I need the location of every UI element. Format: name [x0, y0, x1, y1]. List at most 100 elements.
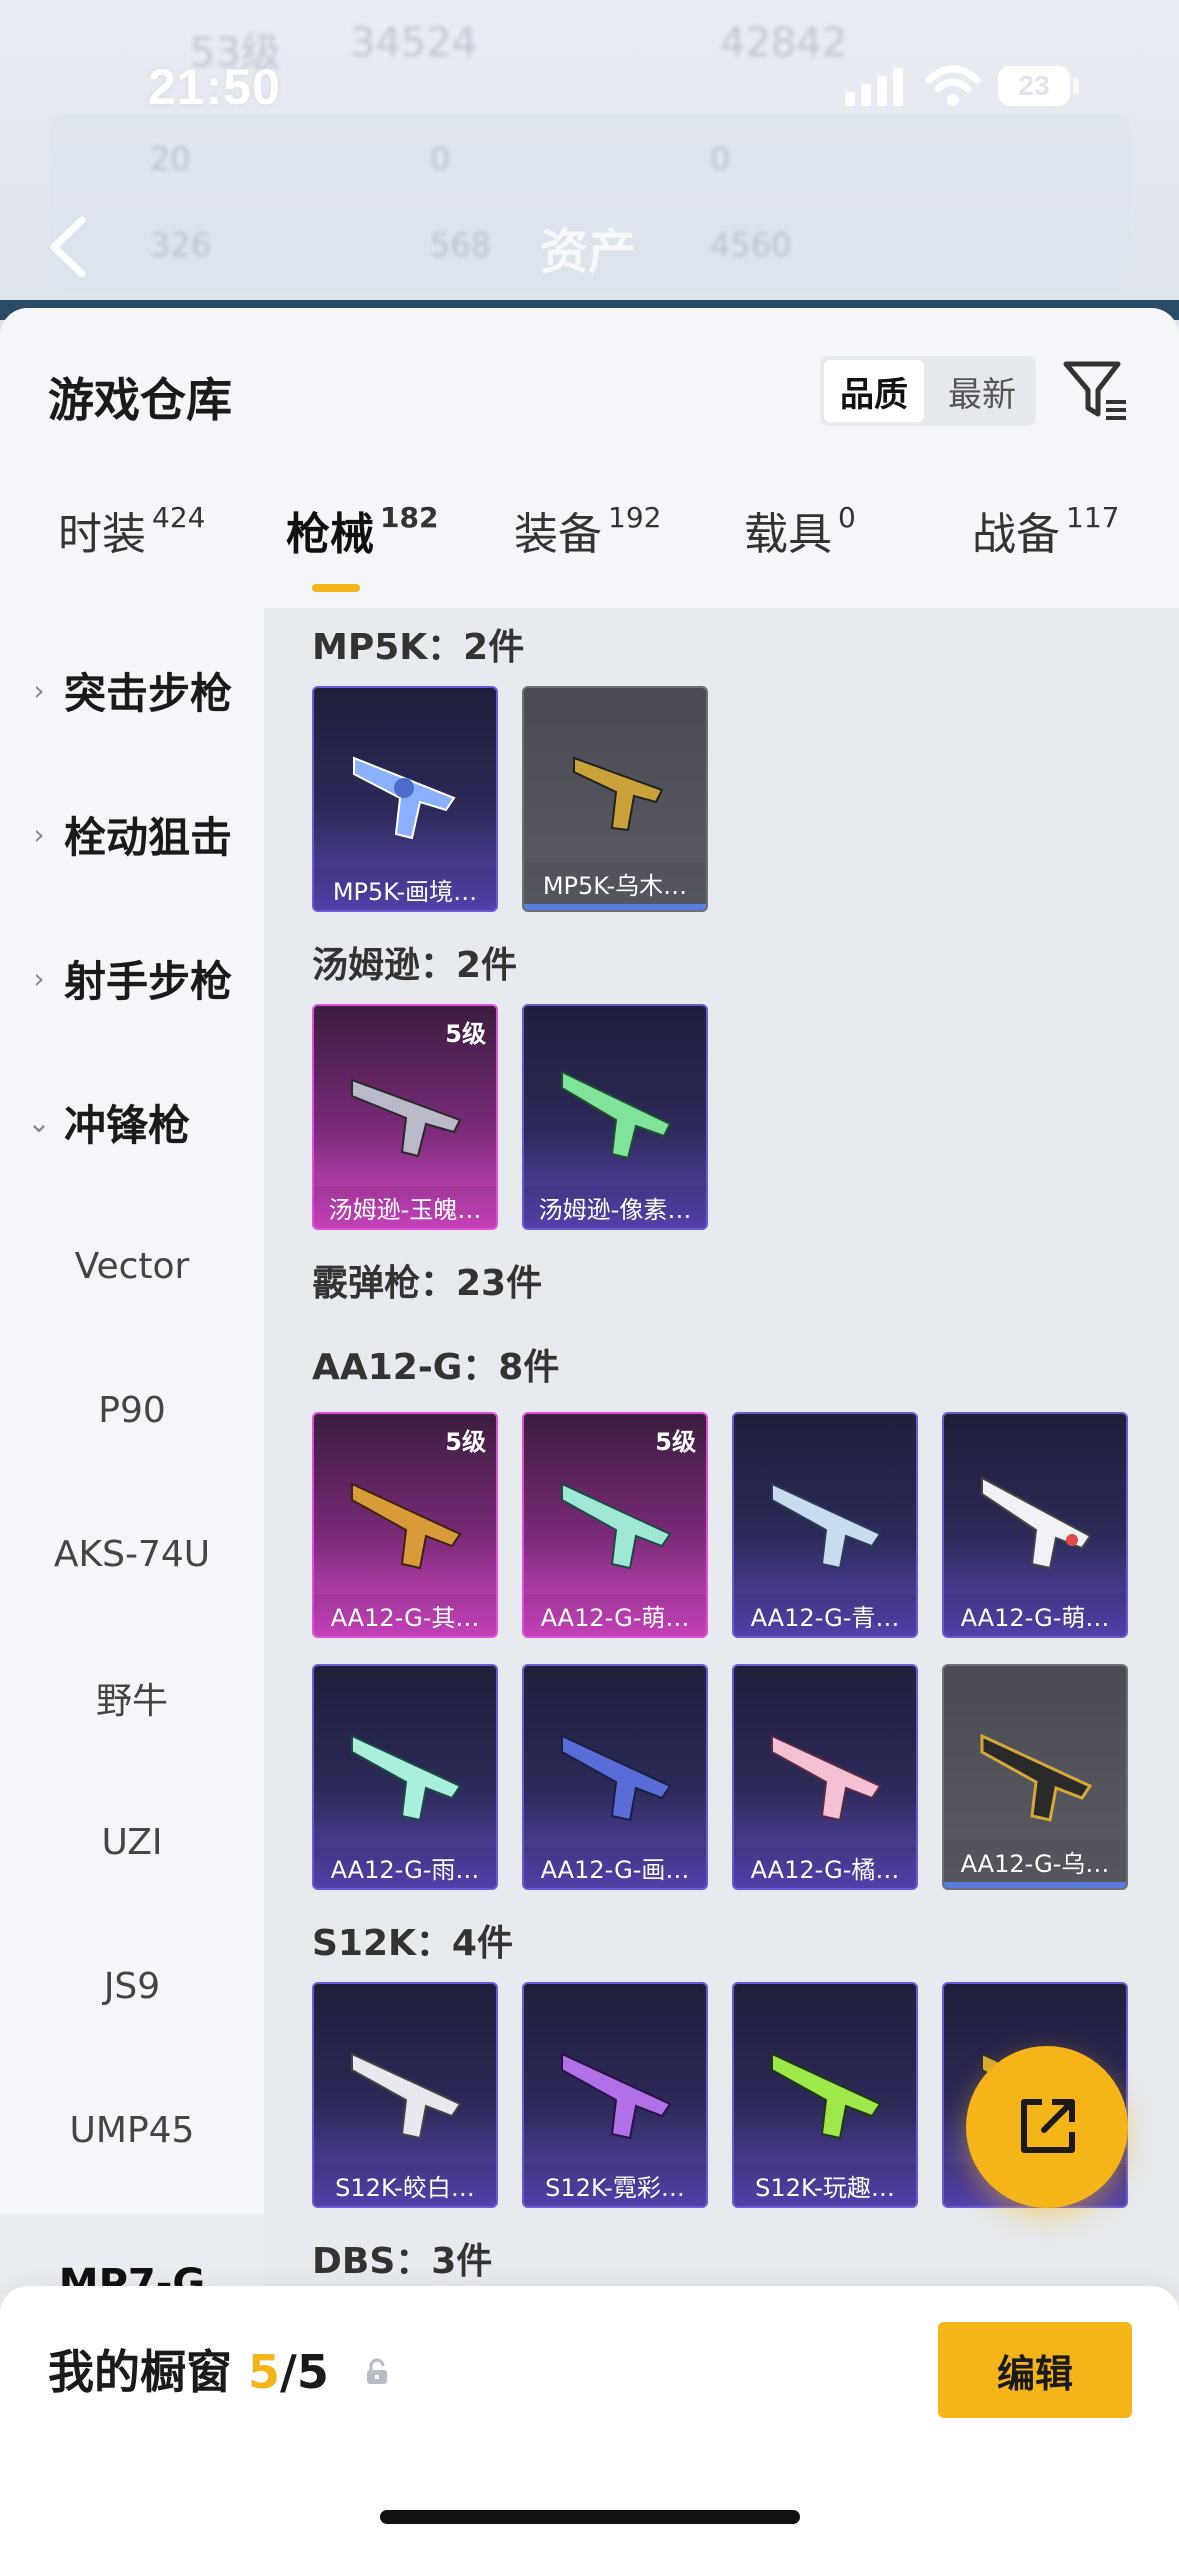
- category-label: 栓动狙击: [64, 812, 233, 862]
- weapon-skin-image: [771, 1482, 882, 1570]
- group-title-thompson: 汤姆逊：2件: [312, 945, 518, 986]
- chevron-right-icon: ›: [33, 673, 45, 707]
- chevron-down-icon: ⌄: [27, 1105, 51, 1139]
- edit-button[interactable]: 编辑: [938, 2322, 1132, 2418]
- back-arrow-icon[interactable]: [44, 212, 94, 282]
- subcategory-item[interactable]: 野牛: [0, 1638, 264, 1758]
- warehouse-sheet: 游戏仓库 品质 最新 时装 424 枪械 182 装备 192 载具 0 战备 117 ›…: [0, 308, 1179, 2556]
- weapon-skin-image: [561, 2052, 672, 2140]
- weapon-card[interactable]: AA12-G-青…: [732, 1412, 918, 1638]
- group-title-aa12: AA12-G：8件: [312, 1347, 560, 1388]
- chevron-right-icon: ›: [33, 817, 45, 851]
- category-label: 冲锋枪: [64, 1100, 191, 1150]
- weapon-name: AA12-G-其…: [314, 1594, 496, 1636]
- subcategory-item[interactable]: AKS-74U: [0, 1494, 264, 1614]
- category-list: › 突击步枪 › 栓动狙击 › 射手步枪 ⌄ 冲锋枪 Vector P90 AK…: [0, 608, 264, 2503]
- subcategory-item[interactable]: P90: [0, 1350, 264, 1470]
- weapon-skin-image: [561, 1070, 672, 1160]
- subcategory-item[interactable]: UMP45: [0, 2070, 264, 2190]
- battery-icon: 23: [998, 66, 1070, 106]
- weapon-skin-image: [351, 1078, 462, 1158]
- weapon-card[interactable]: AA12-G-乌…: [942, 1664, 1128, 1890]
- weapon-name: AA12-G-青…: [734, 1594, 916, 1636]
- weapon-card[interactable]: MP5K-画境…: [312, 686, 498, 912]
- group-title-shotgun: 霰弹枪：23件: [312, 1263, 543, 1304]
- weapon-name: AA12-G-橘…: [734, 1846, 916, 1888]
- showcase-count-now: 5: [248, 2345, 281, 2399]
- weapon-card[interactable]: AA12-G-橘…: [732, 1664, 918, 1890]
- lock-icon: [367, 2358, 387, 2384]
- weapon-card[interactable]: S12K-霓彩…: [522, 1982, 708, 2208]
- tab-equipment[interactable]: 装备 192: [514, 498, 661, 598]
- subcategory-item[interactable]: UZI: [0, 1782, 264, 1902]
- tab-count: 424: [152, 501, 206, 534]
- tab-count: 192: [608, 501, 662, 534]
- weapon-name: S12K-皎白…: [314, 2164, 496, 2206]
- weapon-name: MP5K-乌木…: [524, 862, 706, 910]
- status-bar: 21:50 23: [0, 0, 1179, 150]
- status-time: 21:50: [148, 59, 281, 115]
- sort-toggle: 品质 最新: [820, 356, 1036, 426]
- tab-label: 枪械: [286, 509, 374, 560]
- weapon-skin-image: [981, 1476, 1092, 1570]
- tab-guns[interactable]: 枪械 182: [286, 498, 438, 598]
- weapon-skin-image: [980, 1733, 1093, 1822]
- group-title-s12k: S12K：4件: [312, 1923, 513, 1964]
- filter-icon[interactable]: [1062, 358, 1128, 424]
- weapon-name: MP5K-画境…: [314, 868, 496, 910]
- category-smg[interactable]: ⌄ 冲锋枪: [0, 1062, 264, 1182]
- weapon-skin-image: [561, 1734, 672, 1822]
- battery-tip: [1073, 78, 1079, 94]
- weapon-skin-image: [351, 1734, 462, 1822]
- tab-supplies[interactable]: 战备 117: [972, 498, 1119, 598]
- showcase-count-total: /5: [280, 2345, 329, 2399]
- weapon-name: 汤姆逊-像素…: [524, 1186, 706, 1228]
- tab-fashion[interactable]: 时装 424: [58, 498, 205, 598]
- tab-bar: 时装 424 枪械 182 装备 192 载具 0 战备 117: [0, 498, 1179, 598]
- tab-label: 装备: [514, 509, 602, 560]
- active-tab-indicator: [312, 584, 360, 592]
- category-marksman-rifle[interactable]: › 射手步枪: [0, 918, 264, 1038]
- weapon-card[interactable]: S12K-玩趣…: [732, 1982, 918, 2208]
- weapon-card[interactable]: 5级 汤姆逊-玉魄…: [312, 1004, 498, 1230]
- weapon-name: S12K-玩趣…: [734, 2164, 916, 2206]
- weapon-card[interactable]: 5级 AA12-G-萌…: [522, 1412, 708, 1638]
- bg-row2-c: 4560: [710, 226, 792, 264]
- weapon-skin-image: [351, 1482, 462, 1570]
- tab-count: 0: [838, 501, 856, 534]
- subcategory-item[interactable]: Vector: [0, 1206, 264, 1326]
- weapon-name: AA12-G-雨…: [314, 1846, 496, 1888]
- weapon-card[interactable]: AA12-G-萌…: [942, 1412, 1128, 1638]
- share-icon: [1021, 2099, 1075, 2153]
- weapon-card[interactable]: 汤姆逊-像素…: [522, 1004, 708, 1230]
- battery-level: 23: [1018, 70, 1050, 101]
- weapon-card[interactable]: AA12-G-雨…: [312, 1664, 498, 1890]
- weapon-card[interactable]: AA12-G-画…: [522, 1664, 708, 1890]
- weapon-skin-image: [771, 1734, 882, 1822]
- share-button[interactable]: [966, 2046, 1128, 2208]
- showcase-label: 我的橱窗: [48, 2345, 232, 2399]
- weapon-card[interactable]: 5级 AA12-G-其…: [312, 1412, 498, 1638]
- cellular-signal-icon: [845, 66, 905, 106]
- subcategory-item[interactable]: JS9: [0, 1926, 264, 2046]
- category-bolt-sniper[interactable]: › 栓动狙击: [0, 774, 264, 894]
- weapon-skin-image: [351, 2052, 462, 2140]
- page-title: 资产: [540, 224, 637, 280]
- showcase-bar: 我的橱窗 5/5 编辑: [0, 2286, 1179, 2556]
- weapon-skin-image: [353, 756, 456, 840]
- bg-row2-a: 326: [150, 226, 212, 264]
- weapon-skin-image: [573, 756, 664, 832]
- weapon-name: 汤姆逊-玉魄…: [314, 1186, 496, 1228]
- weapon-card[interactable]: MP5K-乌木…: [522, 686, 708, 912]
- sort-quality-button[interactable]: 品质: [824, 360, 924, 422]
- weapon-name: AA12-G-画…: [524, 1846, 706, 1888]
- weapon-name: AA12-G-乌…: [944, 1840, 1126, 1888]
- category-label: 射手步枪: [64, 956, 233, 1006]
- weapon-card[interactable]: S12K-皎白…: [312, 1982, 498, 2208]
- weapon-skin-image: [771, 2052, 882, 2140]
- category-assault-rifle[interactable]: › 突击步枪: [0, 630, 264, 750]
- tab-vehicles[interactable]: 载具 0: [744, 498, 856, 598]
- showcase-title: 我的橱窗 5/5: [48, 2336, 329, 2402]
- sort-newest-button[interactable]: 最新: [932, 360, 1032, 422]
- weapon-name: AA12-G-萌…: [524, 1594, 706, 1636]
